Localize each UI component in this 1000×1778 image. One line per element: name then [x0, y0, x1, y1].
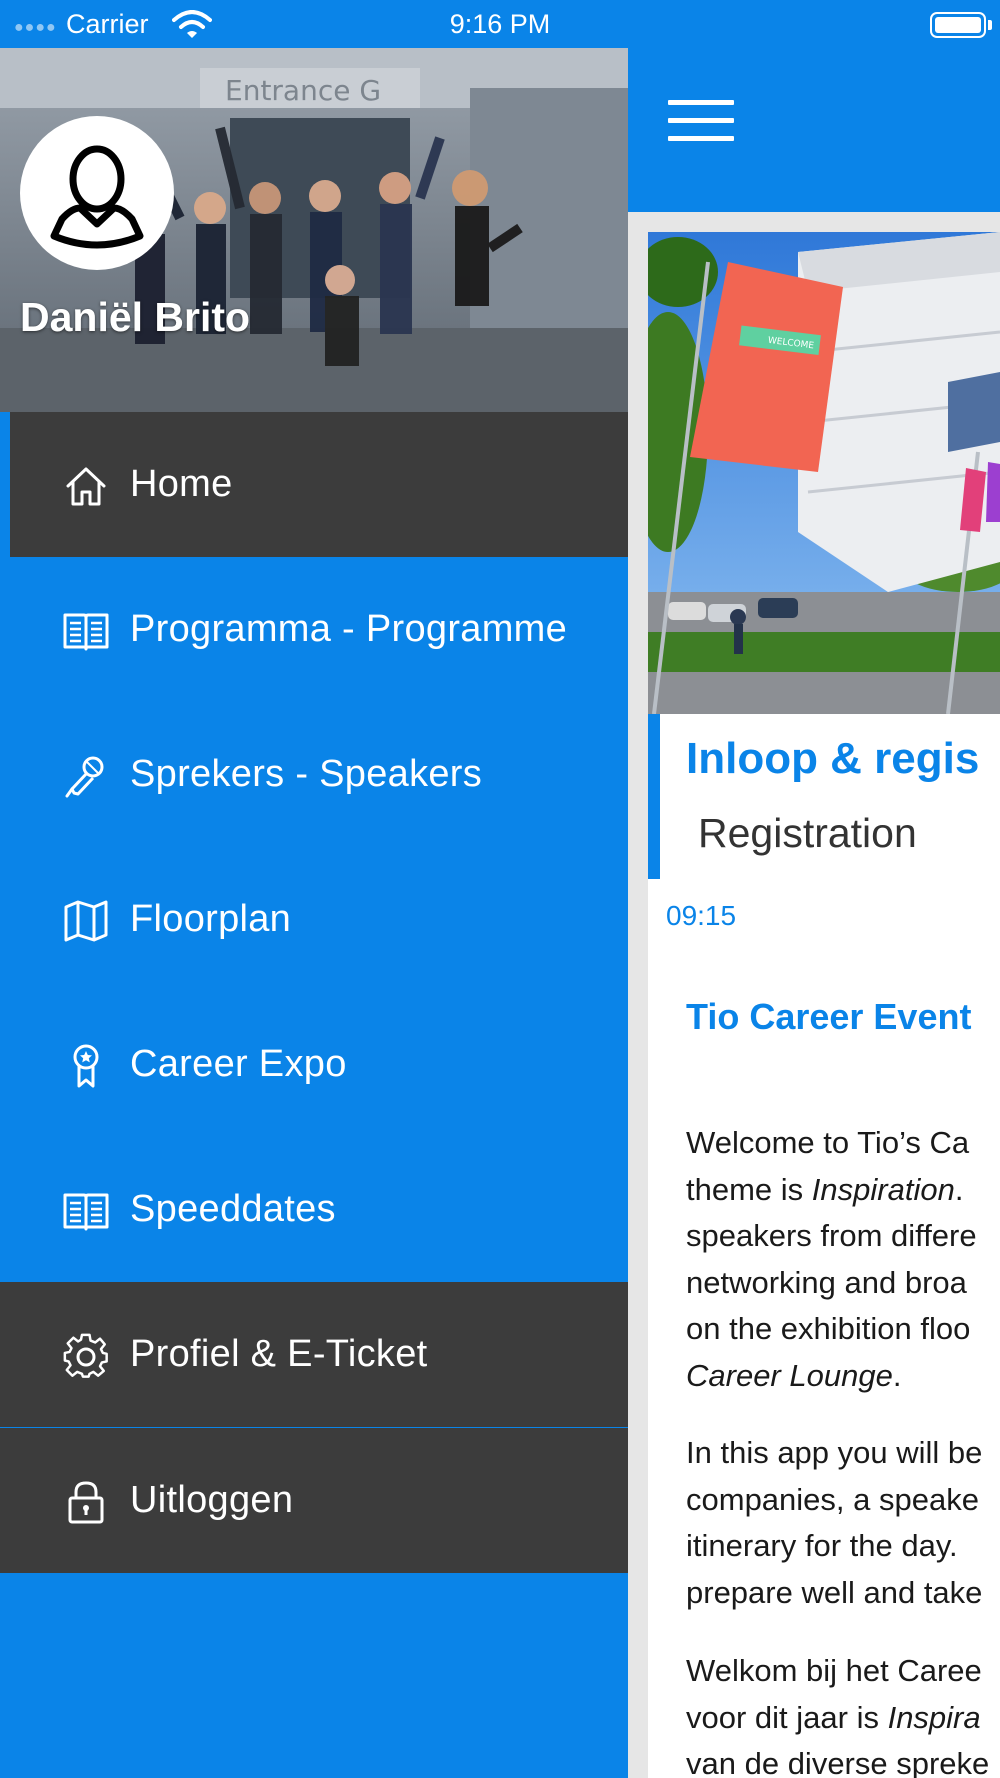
user-silhouette-icon: [50, 145, 144, 249]
microphone-icon: [65, 756, 104, 798]
paragraph-line: van de diverse spreke: [686, 1746, 990, 1778]
main-content: WELCOME Inloop & regis Registration 09:1…: [628, 0, 1000, 1778]
session-title: Inloop & regis: [686, 734, 980, 783]
side-drawer: Entrance G Daniël Brito Home Programma -…: [0, 48, 628, 1778]
svg-text:Entrance G: Entrance G: [225, 74, 381, 107]
paragraph-line: Career Lounge.: [686, 1357, 902, 1393]
hamburger-menu-button[interactable]: [668, 100, 736, 144]
menu-item-home[interactable]: Home: [10, 412, 628, 557]
menu-label: Career Expo: [130, 1043, 347, 1085]
welcome-paragraph-nl: Welkom bij het Caree voor dit jaar is In…: [686, 1648, 989, 1778]
book-icon: [63, 1193, 109, 1231]
app-info-paragraph: In this app you will be companies, a spe…: [686, 1430, 982, 1616]
paragraph-line: Welcome to Tio’s Ca: [686, 1125, 970, 1160]
menu-item-career-expo[interactable]: Career Expo: [0, 992, 628, 1137]
menu-label: Speeddates: [130, 1188, 336, 1230]
paragraph-line: prepare well and take: [686, 1574, 983, 1610]
map-icon: [64, 900, 108, 942]
menu-label: Sprekers - Speakers: [130, 753, 483, 795]
session-card[interactable]: WELCOME Inloop & regis Registration 09:1…: [648, 232, 1000, 1778]
menu-label: Programma - Programme: [130, 608, 568, 650]
session-accent-bar: [648, 714, 660, 879]
clock: 9:16 PM: [449, 9, 551, 39]
paragraph-line: voor dit jaar is Inspira: [686, 1699, 981, 1735]
menu-item-profiel[interactable]: Profiel & E-Ticket: [0, 1282, 628, 1427]
event-venue-photo: WELCOME: [648, 232, 1000, 714]
paragraph-line: theme is Inspiration.: [686, 1171, 964, 1207]
welcome-paragraph-en: Welcome to Tio’s Ca theme is Inspiration…: [686, 1120, 977, 1399]
battery-cap: [988, 20, 992, 30]
paragraph-line: companies, a speake: [686, 1481, 979, 1517]
session-time: 09:15: [666, 900, 737, 931]
user-avatar[interactable]: [20, 116, 174, 270]
status-bar: ●●●● Carrier 9:16 PM: [0, 0, 1000, 48]
event-title: Tio Career Event: [686, 996, 972, 1037]
menu-item-uitloggen[interactable]: Uitloggen: [0, 1428, 628, 1573]
paragraph-line: on the exhibition floo: [686, 1311, 971, 1346]
drawer-header: Entrance G Daniël Brito: [0, 48, 628, 412]
award-ribbon-icon: [73, 1044, 99, 1088]
gear-icon: [63, 1333, 108, 1378]
menu-item-sprekers[interactable]: Sprekers - Speakers: [0, 702, 628, 847]
paragraph-line: In this app you will be: [686, 1435, 983, 1470]
battery-icon: [930, 12, 986, 38]
book-icon: [63, 613, 109, 651]
paragraph-line: networking and broa: [686, 1264, 967, 1300]
menu-item-speeddates[interactable]: Speeddates: [0, 1137, 628, 1282]
user-name: Daniël Brito: [20, 294, 251, 340]
paragraph-line: itinerary for the day.: [686, 1528, 958, 1563]
menu-label: Floorplan: [130, 898, 292, 940]
menu-label: Profiel & E-Ticket: [130, 1333, 428, 1375]
paragraph-line: Welkom bij het Caree: [686, 1653, 982, 1688]
menu-label: Home: [130, 463, 233, 505]
lock-icon: [68, 1481, 104, 1524]
menu-label: Uitloggen: [130, 1479, 294, 1521]
home-icon: [66, 467, 106, 506]
menu-item-programma[interactable]: Programma - Programme: [0, 557, 628, 702]
session-subtitle: Registration: [698, 810, 917, 856]
paragraph-line: speakers from differe: [686, 1218, 977, 1253]
menu-item-floorplan[interactable]: Floorplan: [0, 847, 628, 992]
